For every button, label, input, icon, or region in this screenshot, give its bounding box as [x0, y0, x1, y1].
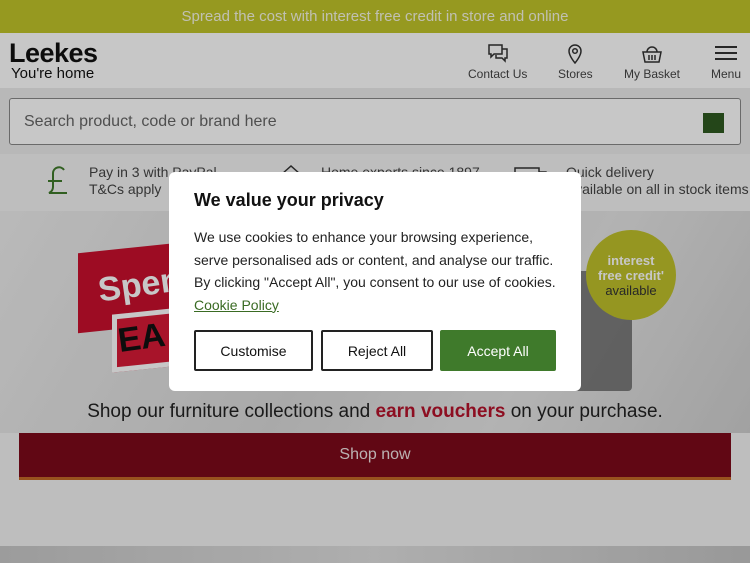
- reject-all-button[interactable]: Reject All: [321, 330, 433, 371]
- modal-body-text: We use cookies to enhance your browsing …: [194, 229, 556, 290]
- accept-all-button[interactable]: Accept All: [440, 330, 556, 371]
- cookie-consent-modal: We value your privacy We use cookies to …: [169, 172, 581, 391]
- modal-title: We value your privacy: [194, 190, 384, 210]
- customise-button[interactable]: Customise: [194, 330, 313, 371]
- modal-body: We use cookies to enhance your browsing …: [194, 226, 556, 316]
- modal-buttons: Customise Reject All Accept All: [194, 330, 556, 371]
- cookie-policy-link[interactable]: Cookie Policy: [194, 297, 279, 313]
